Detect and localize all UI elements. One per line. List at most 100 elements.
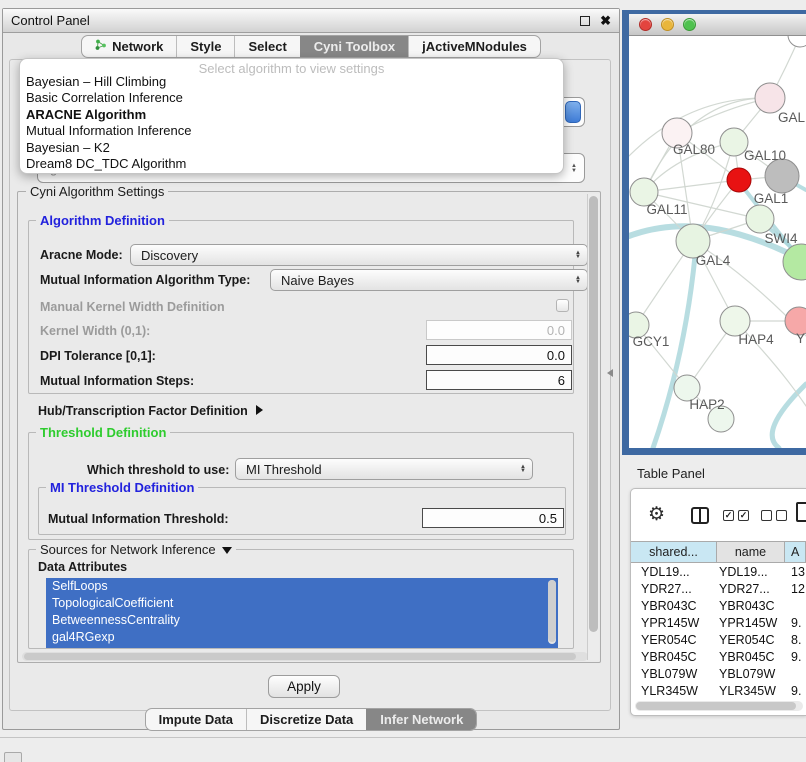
bottom-left-panel-button[interactable] [4,752,22,762]
column-header-shared[interactable]: shared... [631,542,717,562]
scrollbar-thumb[interactable] [24,653,576,660]
network-window-titlebar [629,14,806,36]
attribute-list-scrollbar[interactable] [548,580,556,644]
scrollbar-thumb[interactable] [548,580,556,642]
node-label-gal: GAL [778,110,806,125]
tab-network[interactable]: Network [82,36,176,57]
deselect-all-checkboxes-icon[interactable] [761,510,787,521]
tab-cyni-toolbox[interactable]: Cyni Toolbox [300,36,408,57]
mi-steps-input[interactable]: 6 [426,370,572,390]
kernel-width-input[interactable]: 0.0 [426,320,572,340]
table-cell[interactable]: 9. [785,649,806,666]
apply-button[interactable]: Apply [268,675,340,698]
mi-algorithm-type-combobox[interactable]: Naive Bayes ▲▼ [270,269,588,291]
table-cell[interactable]: YBL079W [631,666,717,683]
node-gal-pink[interactable] [755,83,785,113]
node-swi4[interactable] [746,205,774,233]
tab-style[interactable]: Style [176,36,234,57]
mi-threshold-input[interactable]: 0.5 [422,508,564,528]
scrollbar-thumb[interactable] [589,196,598,632]
table-row[interactable]: YDR27...YDR27...12 [631,581,806,598]
table-row[interactable]: YPR145WYPR145W9. [631,615,806,632]
table-row[interactable]: YLR345WYLR345W9. [631,683,806,700]
network-view-window: GALGAL80GAL10GAL1GAL11SWI4GAL4GCY1HAP4YH… [622,10,806,455]
document-icon[interactable] [796,502,806,522]
table-cell[interactable]: 9. [785,615,806,632]
node-gray[interactable] [765,159,799,193]
unchecked-box-icon [776,510,787,521]
table-row[interactable]: YBR043CYBR043C [631,598,806,615]
table-cell[interactable]: 8. [785,632,806,649]
close-traffic-light[interactable] [639,18,652,31]
table-cell[interactable]: YPR145W [631,615,717,632]
checked-box-icon: ✓ [723,510,734,521]
dropdown-item-bayesian-hill-climbing[interactable]: Bayesian – Hill Climbing [20,74,563,90]
table-cell[interactable]: 9. [785,683,806,700]
dropdown-item-aracne-algorithm[interactable]: ARACNE Algorithm [20,107,563,123]
table-cell[interactable]: YDR27... [717,581,785,598]
table-cell[interactable]: YBR045C [631,649,717,666]
dropdown-item-bayesian-k2[interactable]: Bayesian – K2 [20,140,563,156]
dropdown-item-mutual-information-inference[interactable]: Mutual Information Inference [20,123,563,139]
table-cell[interactable]: YER054C [631,632,717,649]
tab-impute-data[interactable]: Impute Data [146,709,246,730]
node-top-partial[interactable] [788,36,806,47]
table-cell[interactable]: YBL079W [717,666,785,683]
table-cell[interactable]: YBR045C [717,649,785,666]
table-cell[interactable]: 13 [785,564,806,581]
tab-infer-network[interactable]: Infer Network [366,709,476,730]
tab-jactivemnodules[interactable]: jActiveMNodules [408,36,540,57]
table-cell[interactable]: YLR345W [717,683,785,700]
settings-horizontal-scrollbar[interactable] [22,652,588,661]
node-gal1-red[interactable] [727,168,751,192]
tab-discretize-data[interactable]: Discretize Data [246,709,366,730]
network-canvas[interactable]: GALGAL80GAL10GAL1GAL11SWI4GAL4GCY1HAP4YH… [629,36,806,448]
split-columns-icon[interactable] [691,507,709,524]
table-horizontal-scrollbar[interactable] [635,701,803,711]
combobox-stepper[interactable]: ▲▼ [568,160,580,177]
attribute-item-topologicalcoefficient[interactable]: TopologicalCoefficient [46,595,558,612]
manual-kernel-width-checkbox[interactable] [556,299,569,312]
attribute-item-gal4rgexp[interactable]: gal4RGexp [46,629,558,646]
table-row[interactable]: YDL19...YDL19...13 [631,564,806,581]
table-cell[interactable]: 12 [785,581,806,598]
close-window-icon[interactable]: ✖ [600,16,611,26]
which-threshold-combobox[interactable]: MI Threshold ▲▼ [235,458,533,480]
table-cell[interactable]: YPR145W [717,615,785,632]
hub-factor-expander[interactable]: Hub/Transcription Factor Definition [38,404,263,418]
column-header-a[interactable]: A [785,542,806,562]
table-cell[interactable]: YBR043C [631,598,717,615]
table-cell[interactable]: YER054C [717,632,785,649]
table-body: YDL19...YDL19...13YDR27...YDR27...12YBR0… [631,564,806,704]
table-cell[interactable]: YDR27... [631,581,717,598]
panel-divider-collapse-handle[interactable] [607,369,613,377]
dropdown-item-basic-correlation-inference[interactable]: Basic Correlation Inference [20,90,563,106]
float-window-icon[interactable] [580,16,590,26]
table-row[interactable]: YBR045CYBR045C9. [631,649,806,666]
zoom-traffic-light[interactable] [683,18,696,31]
table-cell[interactable]: YDL19... [631,564,717,581]
table-cell[interactable]: YDL19... [717,564,785,581]
combobox-stepper-focused[interactable] [565,101,581,123]
tab-select[interactable]: Select [234,36,299,57]
dropdown-item-dream8-dc-tdc-algorithm[interactable]: Dream8 DC_TDC Algorithm [20,156,563,172]
window-title: Control Panel [11,13,90,28]
table-row[interactable]: YER054CYER054C8. [631,632,806,649]
dpi-tolerance-input[interactable]: 0.0 [426,345,572,365]
table-cell[interactable]: YBR043C [717,598,785,615]
table-cell[interactable] [785,598,806,615]
table-cell[interactable] [785,666,806,683]
attribute-item-betweennesscentrality[interactable]: BetweennessCentrality [46,612,558,629]
select-all-checkboxes-icon[interactable]: ✓ ✓ [723,510,749,521]
scrollbar-thumb[interactable] [636,702,796,710]
attribute-item-selfloops[interactable]: SelfLoops [46,578,558,595]
table-row[interactable]: YBL079WYBL079W [631,666,806,683]
sources-expander[interactable]: Sources for Network Inference [36,542,236,557]
gear-icon[interactable]: ⚙ [648,503,665,526]
column-header-name[interactable]: name [717,542,785,562]
settings-vertical-scrollbar[interactable] [587,194,599,660]
tab-label: Discretize Data [260,712,353,727]
minimize-traffic-light[interactable] [661,18,674,31]
table-cell[interactable]: YLR345W [631,683,717,700]
aracne-mode-combobox[interactable]: Discovery ▲▼ [130,244,588,266]
